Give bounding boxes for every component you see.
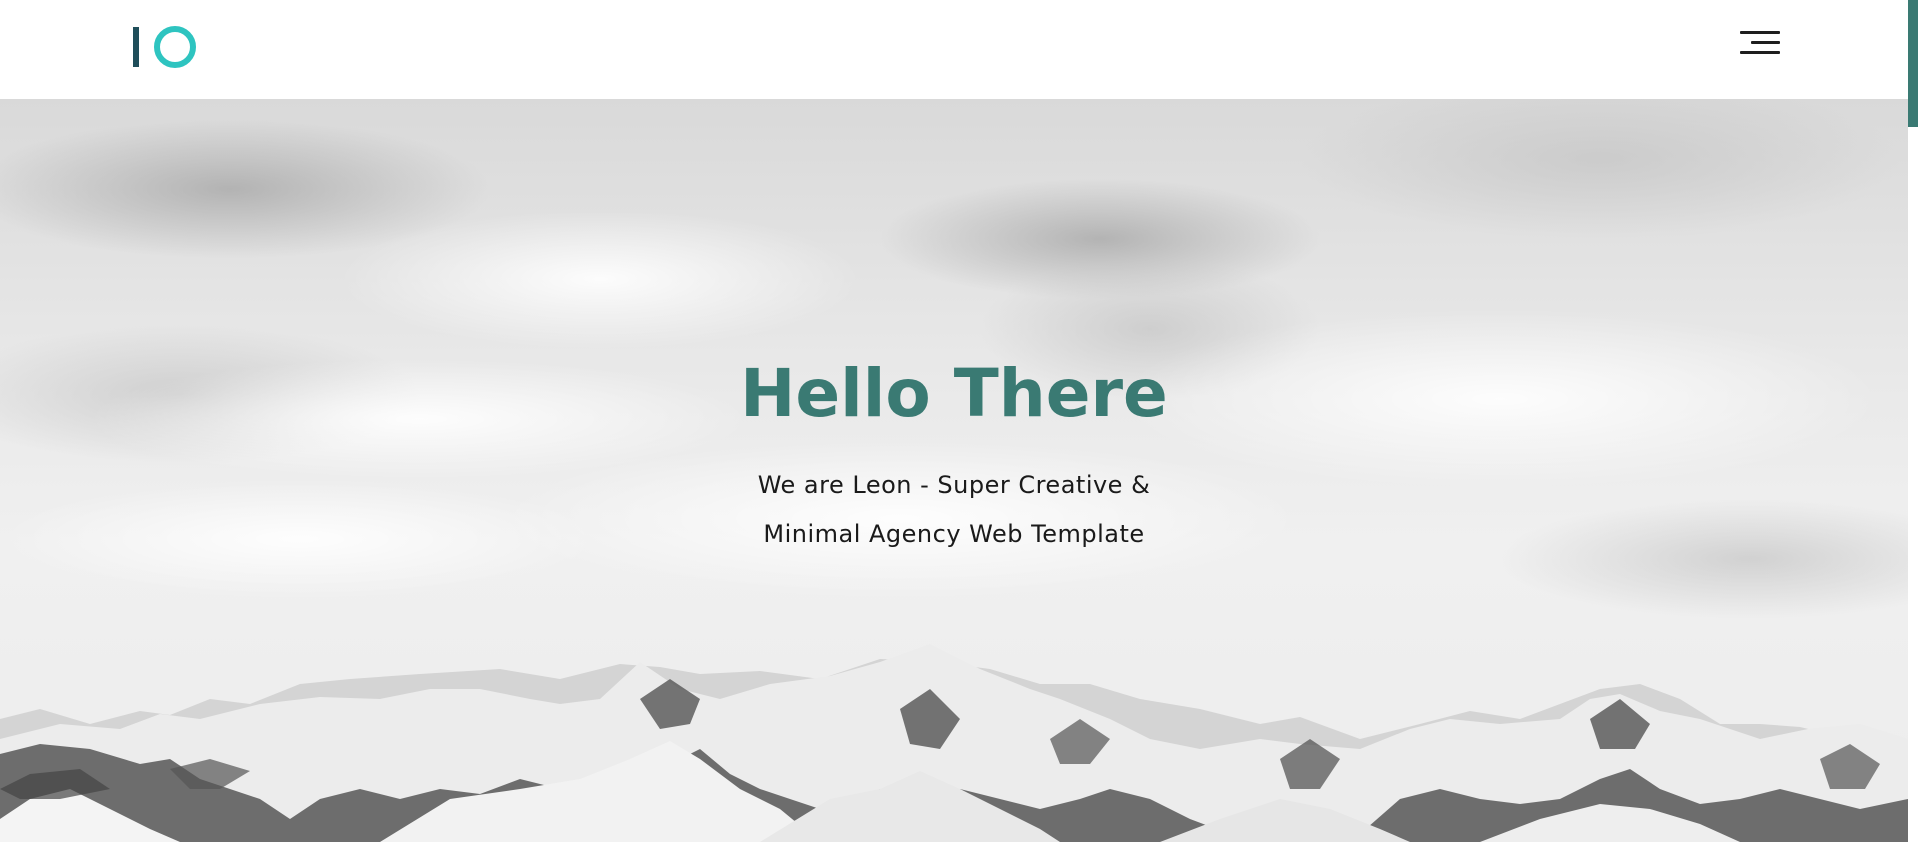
logo[interactable]: [130, 24, 196, 70]
hero-section: Hello There We are Leon - Super Creative…: [0, 99, 1908, 842]
menu-line-icon: [1751, 41, 1780, 44]
menu-line-icon: [1740, 51, 1780, 54]
hamburger-menu-button[interactable]: [1735, 28, 1783, 60]
page: Hello There We are Leon - Super Creative…: [0, 0, 1918, 842]
hero-subtitle-line-1: We are Leon - Super Creative &: [757, 471, 1151, 499]
logo-bar-icon: [133, 27, 139, 67]
logo-ring-icon: [154, 26, 196, 68]
hero-subtitle-line-2: Minimal Agency Web Template: [763, 520, 1145, 548]
hero-content: Hello There We are Leon - Super Creative…: [604, 349, 1304, 559]
hero-title: Hello There: [740, 355, 1168, 432]
scrollbar-thumb[interactable]: [1908, 0, 1918, 127]
menu-line-icon: [1740, 31, 1780, 34]
hero-subtitle: We are Leon - Super Creative & Minimal A…: [724, 461, 1184, 559]
page-scrollbar[interactable]: [1908, 0, 1918, 842]
site-header: [0, 0, 1908, 99]
